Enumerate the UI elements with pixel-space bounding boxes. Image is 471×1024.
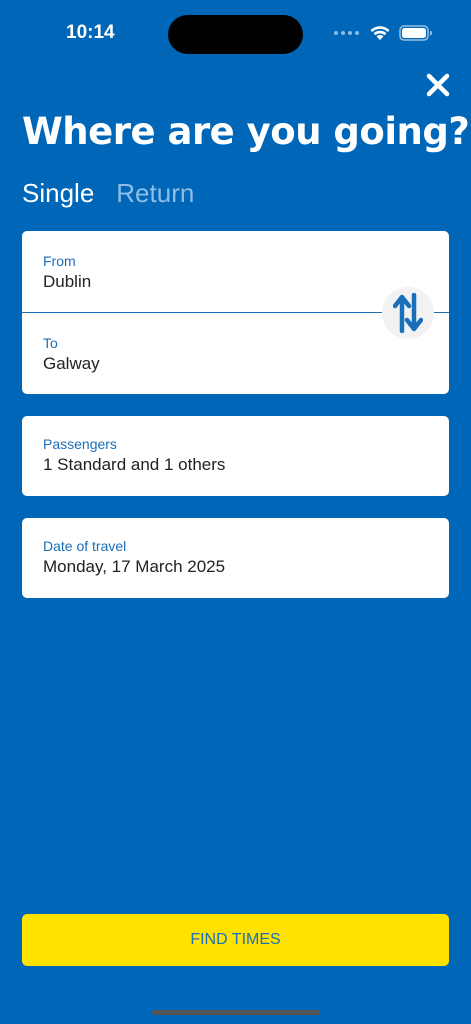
swap-vertical-icon	[393, 293, 423, 333]
from-field[interactable]: From Dublin	[43, 253, 91, 292]
to-label: To	[43, 335, 58, 351]
wifi-icon	[370, 26, 390, 40]
signal-dots-icon	[334, 30, 359, 35]
date-of-travel-field[interactable]: Date of travel Monday, 17 March 2025	[22, 518, 449, 598]
from-label: From	[43, 253, 76, 269]
page-title: Where are you going?	[22, 110, 470, 153]
date-value: Monday, 17 March 2025	[43, 557, 226, 576]
status-time: 10:14	[66, 22, 115, 43]
tab-return[interactable]: Return	[116, 178, 194, 209]
tab-single[interactable]: Single	[22, 178, 94, 209]
to-field[interactable]: To Galway	[43, 335, 100, 374]
passengers-value: 1 Standard and 1 others	[43, 455, 226, 474]
dynamic-island	[168, 15, 303, 54]
to-value: Galway	[43, 354, 100, 373]
close-icon	[426, 73, 450, 97]
date-label: Date of travel	[43, 538, 127, 554]
passengers-field[interactable]: Passengers 1 Standard and 1 others	[22, 416, 449, 496]
swap-stations-button[interactable]	[382, 287, 434, 339]
find-times-button[interactable]: FIND TIMES	[22, 914, 449, 966]
journey-planner-screen: 10:14 Where are you going? Single Return…	[0, 0, 471, 1024]
passengers-label: Passengers	[43, 436, 117, 452]
close-button[interactable]	[423, 70, 453, 100]
route-card: From Dublin To Galway	[22, 231, 449, 394]
status-icons	[334, 24, 433, 41]
home-indicator	[152, 1010, 320, 1015]
trip-type-tabs: Single Return	[22, 178, 194, 209]
from-value: Dublin	[43, 272, 92, 291]
battery-icon	[399, 24, 432, 41]
